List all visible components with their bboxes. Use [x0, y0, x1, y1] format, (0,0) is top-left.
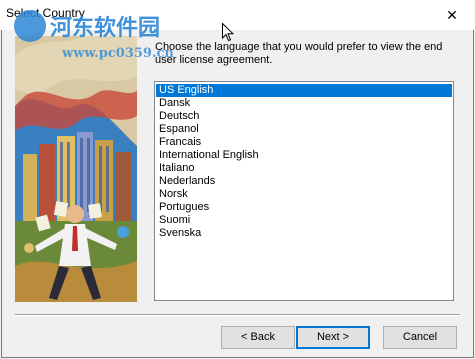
language-option[interactable]: Portugues — [156, 201, 452, 214]
language-option[interactable]: US English — [156, 84, 452, 97]
language-option[interactable]: Italiano — [156, 162, 452, 175]
language-option[interactable]: Dansk — [156, 97, 452, 110]
next-button[interactable]: Next > — [296, 326, 370, 349]
language-option[interactable]: Deutsch — [156, 110, 452, 123]
window-title: Select Country — [6, 6, 85, 20]
close-button[interactable]: ✕ — [429, 0, 475, 30]
title-bar: Select Country ✕ — [0, 0, 475, 30]
setup-illustration — [15, 36, 137, 302]
language-option[interactable]: International English — [156, 149, 452, 162]
instruction-text: Choose the language that you would prefe… — [155, 41, 443, 66]
businessman-city-illustration — [15, 36, 137, 302]
cancel-button[interactable]: Cancel — [383, 326, 457, 349]
button-divider — [15, 314, 460, 316]
language-option[interactable]: Norsk — [156, 188, 452, 201]
language-option[interactable]: Francais — [156, 136, 452, 149]
mouse-pointer-icon — [222, 23, 234, 42]
back-button[interactable]: < Back — [221, 326, 295, 349]
language-option[interactable]: Suomi — [156, 214, 452, 227]
language-option[interactable]: Nederlands — [156, 175, 452, 188]
close-icon: ✕ — [446, 6, 458, 23]
language-listbox[interactable]: US English Dansk Deutsch Espanol Francais Int… — [154, 81, 454, 301]
language-option[interactable]: Svenska — [156, 227, 452, 240]
language-option[interactable]: Espanol — [156, 123, 452, 136]
